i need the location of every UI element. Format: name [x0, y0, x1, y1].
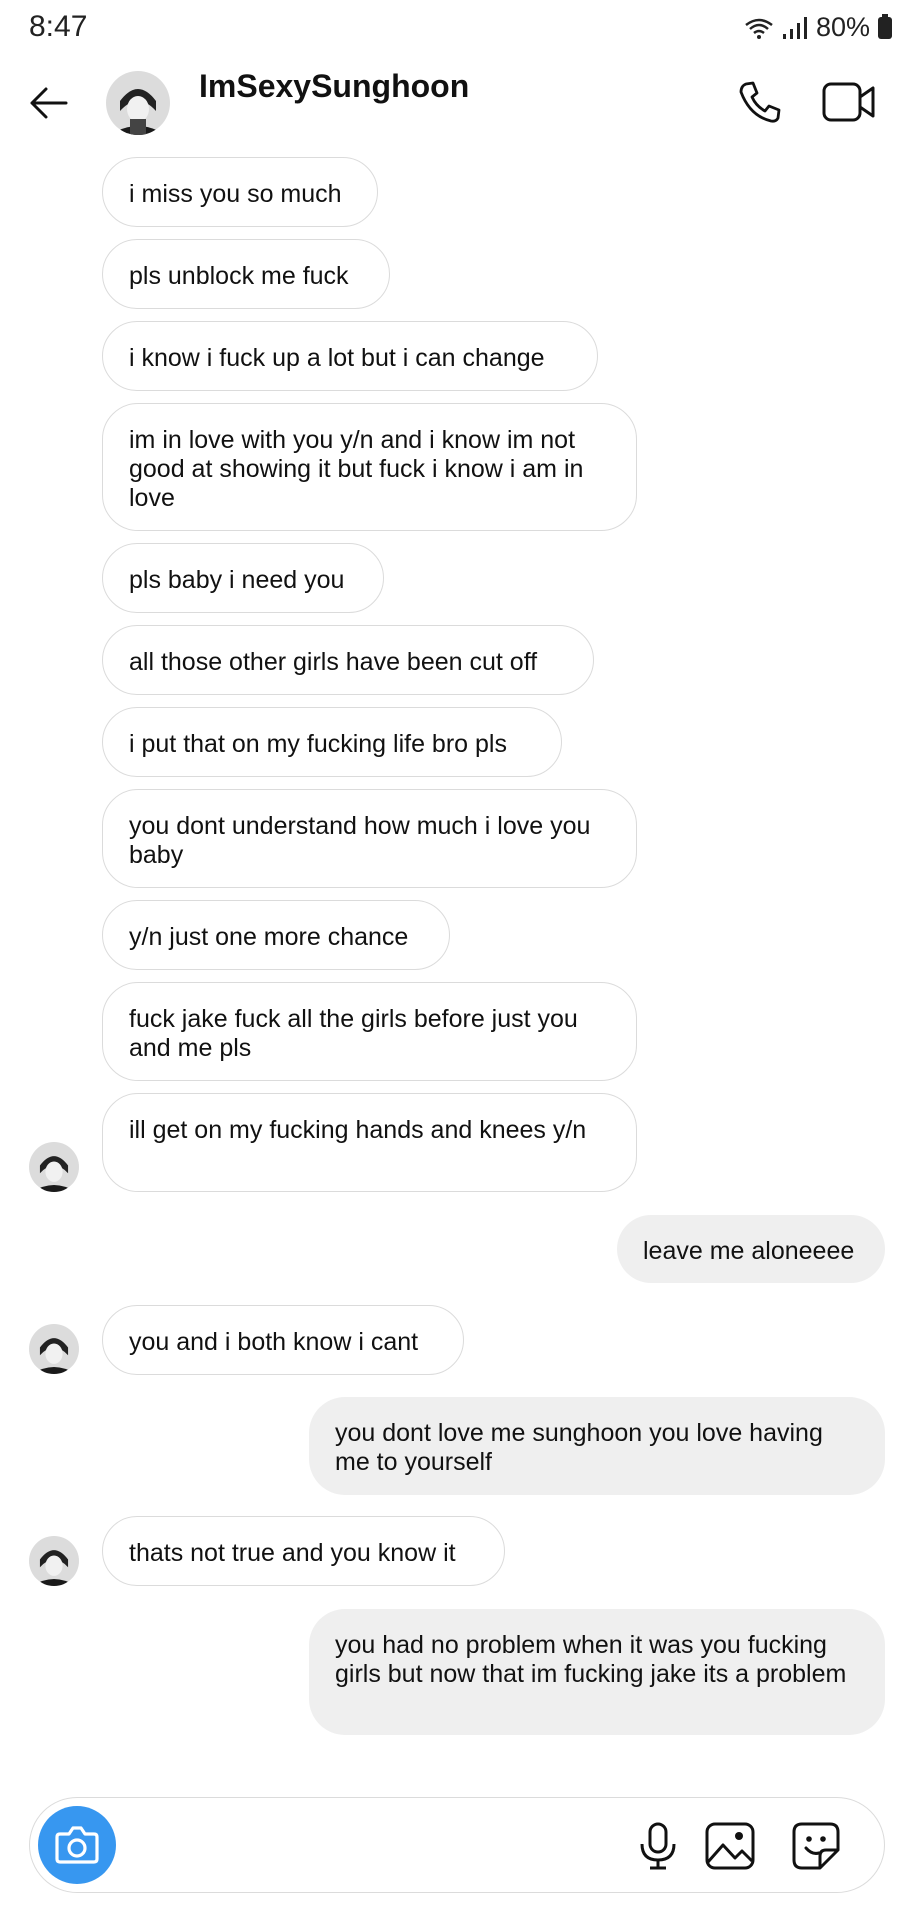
message-bubble[interactable]: im in love with you y/n and i know im no… — [102, 403, 637, 531]
wifi-icon — [745, 18, 773, 39]
message-bubble[interactable]: pls baby i need you — [102, 543, 384, 613]
image-icon[interactable] — [702, 1818, 758, 1874]
message-bubble[interactable]: i put that on my fucking life bro pls — [102, 707, 562, 777]
microphone-icon[interactable] — [630, 1818, 686, 1874]
message-bubble[interactable]: you dont understand how much i love you … — [102, 789, 637, 888]
camera-button[interactable] — [38, 1806, 116, 1884]
message-bubble[interactable]: leave me aloneeee — [617, 1215, 885, 1283]
page-title[interactable]: ImSexySunghoon — [199, 68, 469, 105]
video-camera-icon[interactable] — [822, 80, 876, 124]
avatar[interactable] — [29, 1324, 79, 1374]
message-bubble[interactable]: you had no problem when it was you fucki… — [309, 1609, 885, 1735]
message-bubble[interactable]: fuck jake fuck all the girls before just… — [102, 982, 637, 1081]
avatar[interactable] — [29, 1536, 79, 1586]
status-time: 8:47 — [29, 10, 88, 43]
message-bubble[interactable]: all those other girls have been cut off — [102, 625, 594, 695]
message-bubble[interactable]: pls unblock me fuck — [102, 239, 390, 309]
message-bubble[interactable]: ill get on my fucking hands and knees y/… — [102, 1093, 637, 1192]
battery-icon — [878, 13, 892, 39]
battery-percent: 80% — [815, 12, 870, 42]
status-icons: 80% — [744, 12, 892, 43]
signal-icon — [782, 16, 807, 39]
message-bubble[interactable]: you and i both know i cant — [102, 1305, 464, 1375]
message-bubble[interactable]: i know i fuck up a lot but i can change — [102, 321, 598, 391]
chat-header: ImSexySunghoon — [0, 58, 914, 148]
camera-icon — [55, 1826, 99, 1864]
sticker-icon[interactable] — [788, 1818, 844, 1874]
avatar[interactable] — [106, 71, 170, 135]
arrow-left-icon[interactable] — [26, 80, 72, 126]
message-composer[interactable] — [29, 1797, 885, 1893]
status-bar: 8:47 80% — [0, 0, 914, 58]
message-bubble[interactable]: thats not true and you know it — [102, 1516, 505, 1586]
message-bubble[interactable]: i miss you so much — [102, 157, 378, 227]
avatar[interactable] — [29, 1142, 79, 1192]
phone-icon[interactable] — [736, 78, 784, 126]
message-bubble[interactable]: y/n just one more chance — [102, 900, 450, 970]
message-bubble[interactable]: you dont love me sunghoon you love havin… — [309, 1397, 885, 1495]
